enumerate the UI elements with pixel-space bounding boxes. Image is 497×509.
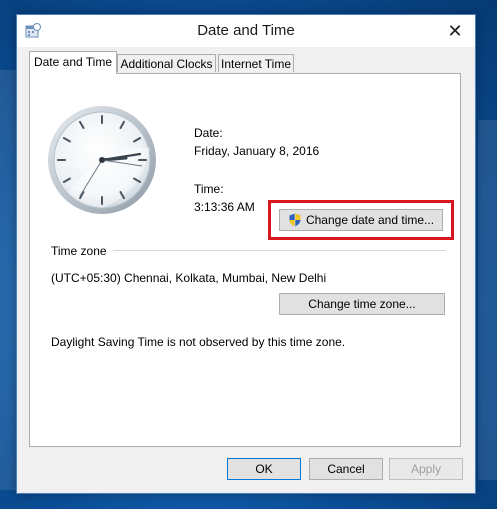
title-bar: Date and Time ✕	[17, 15, 475, 47]
uac-shield-icon	[289, 213, 301, 227]
wallpaper-light-beam	[478, 120, 497, 480]
tab-internet-time[interactable]: Internet Time	[218, 54, 294, 72]
time-value: 3:13:36 AM	[194, 200, 255, 214]
cancel-button[interactable]: Cancel	[309, 458, 383, 480]
tab-panel-date-and-time: Date: Friday, January 8, 2016 Time: 3:13…	[29, 73, 461, 447]
change-time-zone-button[interactable]: Change time zone...	[279, 293, 445, 315]
close-button[interactable]: ✕	[435, 15, 475, 47]
time-label: Time:	[194, 182, 224, 196]
close-icon: ✕	[447, 20, 463, 41]
tab-additional-clocks[interactable]: Additional Clocks	[117, 54, 216, 72]
date-time-dialog: Date and Time ✕ Date and Time Additional…	[16, 14, 476, 494]
window-title: Date and Time	[197, 22, 295, 39]
time-zone-section-label: Time zone	[51, 244, 107, 258]
change-date-and-time-button[interactable]: Change date and time...	[279, 209, 443, 231]
ok-button[interactable]: OK	[227, 458, 301, 480]
date-value: Friday, January 8, 2016	[194, 144, 320, 158]
dst-note: Daylight Saving Time is not observed by …	[51, 335, 346, 349]
time-zone-divider	[113, 250, 446, 251]
tab-date-and-time[interactable]: Date and Time	[29, 51, 117, 74]
analog-clock	[48, 106, 156, 214]
change-date-and-time-label: Change date and time...	[305, 213, 435, 227]
date-label: Date:	[194, 126, 223, 140]
apply-button: Apply	[389, 458, 463, 480]
time-zone-value: (UTC+05:30) Chennai, Kolkata, Mumbai, Ne…	[51, 271, 327, 285]
